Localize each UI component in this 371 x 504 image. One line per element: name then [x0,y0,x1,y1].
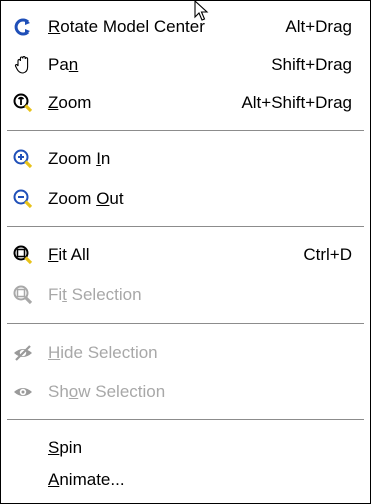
rotate-icon [13,17,33,37]
menu-item-show-selection[interactable]: Show Selection [1,374,368,410]
hand-pan-icon [13,55,33,75]
menu-item-zoom-in[interactable]: Zoom In [1,141,368,177]
menu-item-zoom-out[interactable]: Zoom Out [1,181,368,217]
menu-item-pan[interactable]: Pan Shift+Drag [1,47,368,83]
menu-separator [7,226,364,227]
menu-separator [7,419,364,420]
mouse-cursor-icon [193,0,213,22]
menu-item-rotate-model-center[interactable]: Rotate Model Center Alt+Drag [1,9,368,45]
menu-item-label: Spin [48,438,83,457]
menu-item-label: Fit Selection [48,285,142,304]
menu-item-label: Zoom Out [48,189,124,208]
menu-separator [7,323,364,324]
view-context-menu: Rotate Model Center Alt+Drag Pan Shift+D… [0,0,371,504]
menu-item-label: Animate... [48,470,125,489]
zoom-in-icon [13,149,33,169]
menu-item-label: Show Selection [48,382,166,401]
zoom-out-icon [13,189,33,209]
menu-item-shortcut: Alt+Drag [285,17,352,36]
menu-item-zoom[interactable]: Zoom Alt+Shift+Drag [1,85,368,121]
menu-separator [7,130,364,131]
menu-item-label: Zoom [48,93,92,112]
menu-item-label: Fit All [48,245,90,264]
menu-item-hide-selection[interactable]: Hide Selection [1,335,368,371]
menu-item-animate[interactable]: Animate... [1,462,368,498]
menu-item-label: Rotate Model Center [48,17,205,36]
menu-item-fit-all[interactable]: Fit All Ctrl+D [1,237,368,273]
show-selection-icon [13,382,33,402]
fit-selection-icon [13,285,33,305]
zoom-icon [13,93,33,113]
menu-item-shortcut: Shift+Drag [271,55,352,74]
menu-item-fit-selection[interactable]: Fit Selection [1,277,368,313]
menu-item-spin[interactable]: Spin [1,430,368,466]
hide-selection-icon [13,343,33,363]
menu-item-label: Pan [48,55,79,74]
menu-item-shortcut: Ctrl+D [303,245,352,264]
menu-item-label: Zoom In [48,149,111,168]
menu-item-shortcut: Alt+Shift+Drag [241,93,352,112]
fit-all-icon [13,245,33,265]
menu-item-label: Hide Selection [48,343,158,362]
